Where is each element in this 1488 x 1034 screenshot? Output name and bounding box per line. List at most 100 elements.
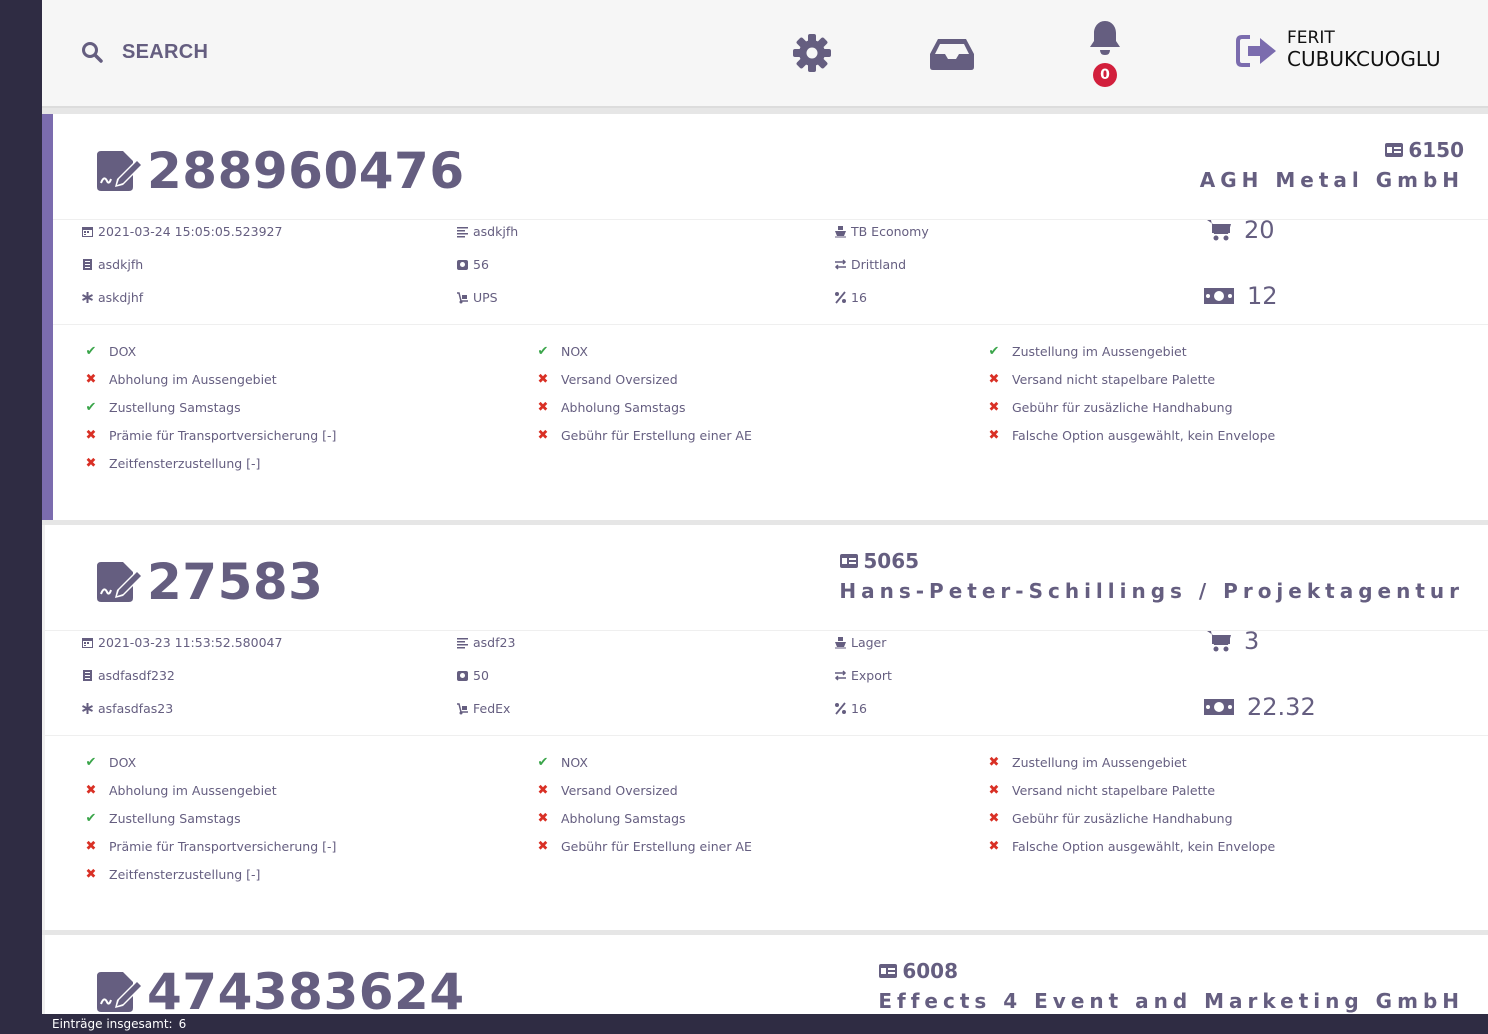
receipt-icon	[83, 259, 92, 270]
option-item: ✖ Gebühr für zusäzliche Handhabung	[986, 400, 1233, 415]
customer-block: 6150 AGH Metal GmbH	[1200, 138, 1464, 192]
cross-icon: ✖	[85, 867, 97, 882]
option-item: ✔ Zustellung Samstags	[83, 400, 241, 415]
calendar-icon	[82, 227, 93, 237]
order-header: 474383624	[95, 963, 465, 1014]
option-item: ✔ NOX	[535, 755, 588, 770]
status-footer: Einträge insgesamt: 6	[42, 1014, 1488, 1034]
receipt-icon	[83, 670, 92, 681]
left-sidebar	[0, 0, 42, 1034]
percent-icon	[835, 291, 846, 304]
money-icon	[1204, 699, 1234, 715]
cross-icon: ✖	[85, 839, 97, 854]
option-item: ✖ Gebühr für Erstellung einer AE	[535, 839, 752, 854]
dolly-icon	[457, 292, 468, 304]
option-item: ✖ Abholung im Aussengebiet	[83, 783, 277, 798]
customer-id: 6150	[1408, 138, 1464, 162]
carrier: FedEx	[456, 701, 510, 716]
cross-icon: ✖	[988, 372, 1000, 387]
check-icon: ✔	[85, 400, 97, 415]
option-item: ✖ Abholung im Aussengebiet	[83, 372, 277, 387]
id-card-icon	[840, 554, 859, 568]
cross-icon: ✖	[537, 372, 549, 387]
option-item: ✖ Versand Oversized	[535, 372, 678, 387]
check-icon: ✔	[537, 344, 549, 359]
option-item: ✖ Abholung Samstags	[535, 811, 686, 826]
customer-block: 5065 Hans-Peter-Schillings / Projektagen…	[839, 549, 1464, 603]
order-card[interactable]: 27583 5065 Hans-Peter-Schillings / Proje…	[42, 525, 1488, 930]
top-bar: SEARCH 0 FERIT CUBUKCUOGLU	[42, 0, 1488, 108]
option-item: ✔ Zustellung Samstags	[83, 811, 241, 826]
align-left-icon	[457, 638, 468, 649]
option-item: ✖ Versand nicht stapelbare Palette	[986, 783, 1216, 798]
amount: 12	[1203, 282, 1278, 310]
search-button[interactable]: SEARCH	[80, 40, 208, 64]
option-item: ✖ Gebühr für Erstellung einer AE	[535, 428, 752, 443]
search-icon	[82, 42, 103, 63]
user-name[interactable]: FERIT CUBUKCUOGLU	[1287, 28, 1441, 70]
signature-document-icon	[97, 151, 141, 191]
customer-name: Hans-Peter-Schillings / Projektagentur	[839, 579, 1464, 603]
asterisk-icon	[82, 292, 93, 303]
weight-icon	[457, 260, 468, 270]
cart-icon	[1207, 220, 1231, 241]
zone: Drittland	[834, 257, 906, 272]
customer-name: Effects 4 Event and Marketing GmbH	[878, 989, 1464, 1013]
cross-icon: ✖	[85, 783, 97, 798]
option-item: ✖ Zustellung im Aussengebiet	[986, 755, 1187, 770]
service: TB Economy	[834, 224, 929, 239]
bell-icon[interactable]	[1088, 19, 1122, 57]
cart-count: 20	[1206, 216, 1275, 244]
user-last-name: CUBUKCUOGLU	[1287, 47, 1441, 71]
logout-icon[interactable]	[1236, 34, 1278, 68]
check-icon: ✔	[988, 344, 1000, 359]
option-item: ✖ Gebühr für zusäzliche Handhabung	[986, 811, 1233, 826]
id-card-icon	[1385, 143, 1404, 157]
option-item: ✔ Zustellung im Aussengebiet	[986, 344, 1187, 359]
order-number: 288960476	[147, 142, 465, 200]
option-item: ✖ Zeitfensterzustellung [-]	[83, 456, 261, 471]
customer-id: 6008	[902, 959, 958, 983]
option-item: ✖ Falsche Option ausgewählt, kein Envelop…	[986, 428, 1276, 443]
customer-id: 5065	[863, 549, 920, 573]
weight-icon	[457, 671, 468, 681]
order-card[interactable]: 288960476 6150 AGH Metal GmbH 2021-03-24…	[42, 114, 1488, 520]
order-card[interactable]: 474383624 6008 Effects 4 Event and Marke…	[42, 935, 1488, 1014]
cross-icon: ✖	[85, 456, 97, 471]
cross-icon: ✖	[85, 372, 97, 387]
zone: Export	[834, 668, 892, 683]
order-number: 474383624	[147, 963, 465, 1014]
carrier: UPS	[456, 290, 498, 305]
option-item: ✖ Versand Oversized	[535, 783, 678, 798]
check-icon: ✔	[537, 755, 549, 770]
ship-icon	[835, 226, 846, 238]
reference-2: askdjhf	[81, 290, 143, 305]
tax-rate: 16	[834, 290, 867, 305]
cross-icon: ✖	[537, 811, 549, 826]
cross-icon: ✖	[988, 783, 1000, 798]
reference-1: asdkjfh	[81, 257, 143, 272]
created-date: 2021-03-23 11:53:52.580047	[81, 635, 282, 650]
notification-badge: 0	[1093, 63, 1117, 87]
exchange-icon	[834, 259, 847, 270]
cross-icon: ✖	[85, 428, 97, 443]
check-icon: ✔	[85, 811, 97, 826]
cross-icon: ✖	[988, 400, 1000, 415]
customer-name: AGH Metal GmbH	[1199, 168, 1464, 192]
amount: 22.32	[1203, 693, 1316, 721]
inbox-icon[interactable]	[928, 36, 976, 72]
option-item: ✖ Prämie für Transportversicherung [-]	[83, 428, 337, 443]
cross-icon: ✖	[537, 400, 549, 415]
order-header: 27583	[95, 553, 323, 611]
check-icon: ✔	[85, 344, 97, 359]
cross-icon: ✖	[988, 839, 1000, 854]
tax-rate: 16	[834, 701, 867, 716]
created-date: 2021-03-24 15:05:05.523927	[81, 224, 282, 239]
option-item: ✖ Zeitfensterzustellung [-]	[83, 867, 261, 882]
search-label: SEARCH	[122, 40, 209, 63]
weight: 56	[456, 257, 489, 272]
cross-icon: ✖	[988, 428, 1000, 443]
gear-icon[interactable]	[792, 33, 832, 73]
cross-icon: ✖	[537, 839, 549, 854]
money-icon	[1204, 288, 1234, 304]
